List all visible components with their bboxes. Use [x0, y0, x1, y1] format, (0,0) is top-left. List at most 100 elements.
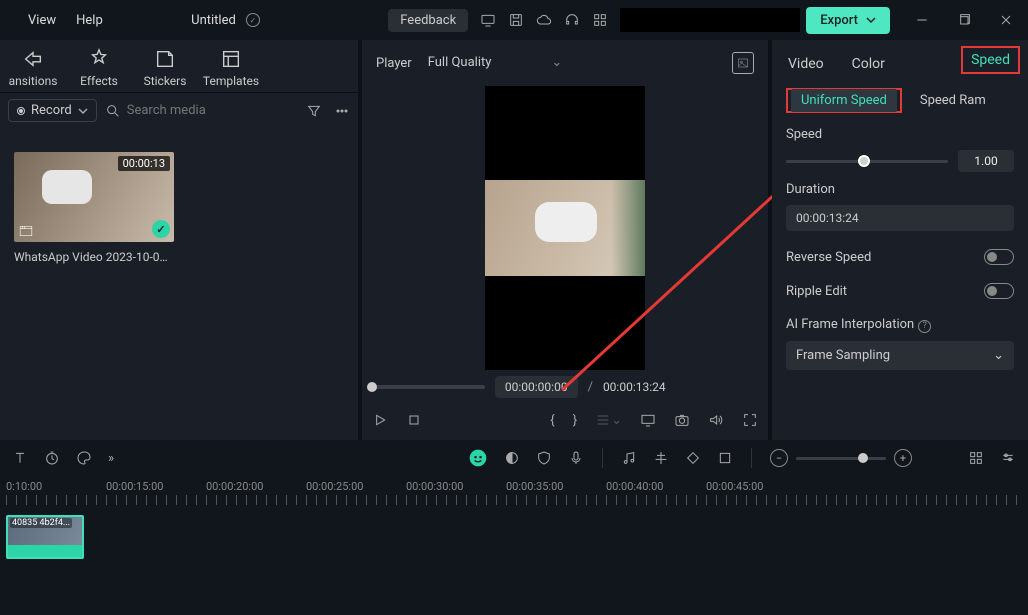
asset-tabs: ansitions Effects Stickers Templates [0, 40, 358, 93]
ripple-toggle[interactable] [984, 283, 1014, 299]
headphones-icon[interactable] [558, 6, 586, 34]
mask-icon[interactable] [504, 450, 520, 466]
help-icon[interactable]: ? [918, 320, 931, 333]
grid-view-icon[interactable] [968, 450, 984, 466]
settings-icon[interactable] [1000, 450, 1016, 466]
duration-label: Duration [786, 182, 1014, 197]
mark-out-icon[interactable]: } [573, 413, 577, 428]
total-time: 00:00:13:24 [603, 380, 666, 394]
menu-view[interactable]: View [28, 13, 56, 28]
clip-thumbnail[interactable]: 00:00:13 ✓ [14, 152, 174, 242]
sync-status-icon: ✓ [246, 13, 260, 27]
save-icon[interactable] [502, 6, 530, 34]
player-header: Player Full Quality ⌄ [362, 40, 768, 86]
cloud-icon[interactable] [530, 6, 558, 34]
project-title: Untitled ✓ [63, 13, 389, 28]
reverse-toggle[interactable] [984, 249, 1014, 265]
timeline-clip-label: 40835 4b2f4... [10, 518, 72, 528]
speed-subtabs: Uniform Speed Speed Ram [786, 88, 1014, 113]
overflow-icon[interactable]: » [108, 451, 114, 466]
ai-avatar-icon[interactable] [468, 448, 488, 468]
ruler-ticks [6, 495, 1022, 505]
media-sidebar: ansitions Effects Stickers Templates Rec… [0, 40, 358, 440]
volume-icon[interactable] [708, 412, 724, 428]
tab-templates[interactable]: Templates [198, 48, 264, 88]
highlight-box-speed: Speed [961, 46, 1020, 74]
progress-slider[interactable] [372, 379, 485, 395]
timeline-ruler[interactable]: 0:10:00 00:00:15:00 00:00:20:00 00:00:25… [0, 476, 1028, 493]
crop-icon[interactable] [717, 450, 733, 466]
video-frame [485, 180, 645, 276]
subtab-uniform-speed[interactable]: Uniform Speed [791, 89, 897, 112]
timeline-tracks[interactable]: 40835 4b2f4... [0, 505, 1028, 569]
reverse-label: Reverse Speed [786, 250, 871, 265]
subtab-speed-ramping[interactable]: Speed Ram [920, 93, 986, 108]
player-label: Player [376, 56, 412, 71]
camera-icon[interactable] [674, 412, 690, 428]
fullscreen-icon[interactable] [742, 412, 758, 428]
zoom-in-button[interactable]: + [894, 449, 912, 467]
align-icon[interactable]: ⌄ [595, 412, 622, 428]
transitions-icon [22, 48, 44, 70]
shield-icon[interactable] [536, 450, 552, 466]
tab-stickers-label: Stickers [144, 74, 187, 88]
media-clip[interactable]: 00:00:13 ✓ WhatsApp Video 2023-10-05... [14, 152, 174, 264]
apps-icon[interactable] [586, 6, 614, 34]
display-icon[interactable] [474, 6, 502, 34]
record-icon [17, 107, 25, 115]
more-icon[interactable] [334, 103, 350, 119]
feedback-button[interactable]: Feedback [388, 9, 468, 32]
ai-interpolation-select[interactable]: Frame Sampling ⌄ [786, 341, 1014, 370]
tab-color[interactable]: Color [852, 56, 885, 72]
record-label: Record [31, 103, 72, 118]
window-controls [908, 6, 1020, 34]
tab-effects[interactable]: Effects [66, 48, 132, 88]
timer-icon[interactable] [44, 450, 60, 466]
keyframe-icon[interactable] [685, 450, 701, 466]
timeline-toolbar: » − + [0, 440, 1028, 476]
time-separator: / [588, 380, 593, 395]
tab-transitions[interactable]: ansitions [0, 48, 66, 88]
close-button[interactable] [992, 6, 1020, 34]
video-canvas[interactable] [485, 86, 645, 370]
chevron-down-icon [866, 15, 876, 25]
effects-icon [88, 48, 110, 70]
align-center-icon[interactable] [653, 450, 669, 466]
mark-in-icon[interactable]: { [550, 413, 554, 428]
text-tool-icon[interactable] [12, 450, 28, 466]
ruler-mark: 00:00:25:00 [306, 480, 406, 493]
speed-slider[interactable] [786, 153, 948, 169]
export-button[interactable]: Export [806, 7, 890, 34]
tab-video[interactable]: Video [788, 56, 824, 72]
ai-option-label: Frame Sampling [796, 348, 890, 363]
search-icon [105, 103, 121, 119]
filter-icon[interactable] [306, 103, 322, 119]
zoom-slider[interactable] [796, 457, 886, 460]
maximize-button[interactable] [950, 6, 978, 34]
export-label: Export [820, 13, 858, 28]
minimize-button[interactable] [908, 6, 936, 34]
tab-speed[interactable]: Speed [971, 52, 1010, 68]
panel-tabs: Video Color Speed [786, 50, 1014, 82]
quality-label: Full Quality [428, 55, 492, 70]
snapshot-button[interactable] [732, 52, 754, 74]
palette-icon[interactable] [76, 450, 92, 466]
tab-stickers[interactable]: Stickers [132, 48, 198, 88]
zoom-out-button[interactable]: − [770, 449, 788, 467]
record-button[interactable]: Record [8, 99, 97, 122]
clip-name: WhatsApp Video 2023-10-05... [14, 250, 174, 264]
music-icon[interactable] [621, 450, 637, 466]
duration-field[interactable]: 00:00:13:24 [786, 205, 1014, 231]
current-time: 00:00:00:00 [495, 376, 578, 398]
timeline-clip[interactable]: 40835 4b2f4... [6, 515, 84, 559]
play-button[interactable] [372, 412, 388, 428]
search-input[interactable] [127, 103, 298, 118]
speed-value[interactable]: 1.00 [958, 150, 1014, 172]
stop-button[interactable] [406, 412, 422, 428]
player-controls: { } ⌄ [362, 404, 768, 440]
ai-interpolation-label: AI Frame Interpolation? [786, 317, 1014, 333]
mic-icon[interactable] [568, 450, 584, 466]
search-media[interactable] [105, 103, 298, 119]
quality-dropdown[interactable]: Full Quality ⌄ [428, 55, 563, 71]
display-settings-icon[interactable] [640, 412, 656, 428]
